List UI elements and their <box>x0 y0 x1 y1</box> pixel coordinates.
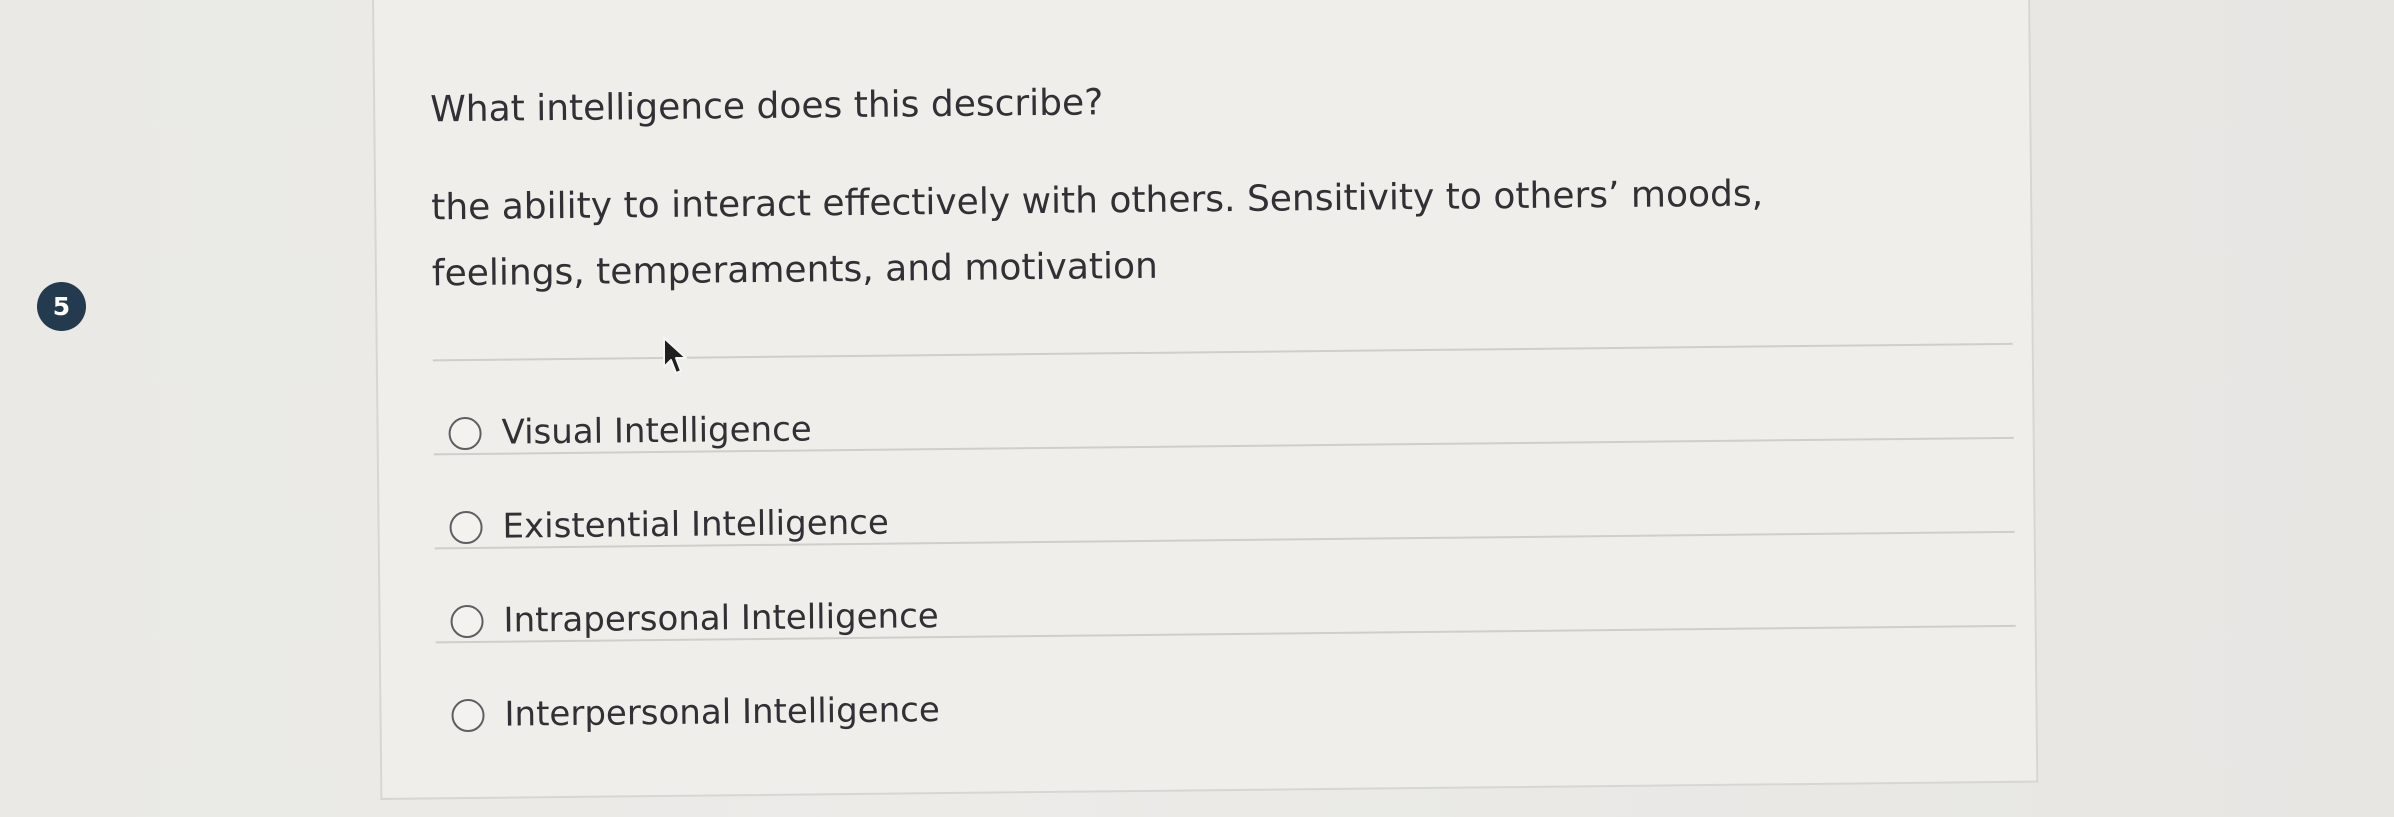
answer-option-label: Intrapersonal Intelligence <box>503 596 939 641</box>
mouse-pointer-icon <box>663 337 687 374</box>
radio-button-icon[interactable] <box>448 416 482 450</box>
question-number: 5 <box>52 292 71 321</box>
question-title: What intelligence does this describe? <box>429 82 1104 131</box>
answer-option-label: Existential Intelligence <box>502 502 890 547</box>
question-number-badge: 5 <box>37 282 86 331</box>
question-card: What intelligence does this describe? th… <box>372 0 2039 800</box>
radio-button-icon[interactable] <box>451 698 485 732</box>
answer-option-label: Interpersonal Intelligence <box>504 690 940 735</box>
radio-button-icon[interactable] <box>449 510 483 544</box>
answer-option-interpersonal[interactable]: Interpersonal Intelligence <box>451 680 940 745</box>
radio-button-icon[interactable] <box>450 604 484 638</box>
answer-option-label: Visual Intelligence <box>501 409 812 453</box>
question-description: the ability to interact effectively with… <box>431 173 1764 295</box>
